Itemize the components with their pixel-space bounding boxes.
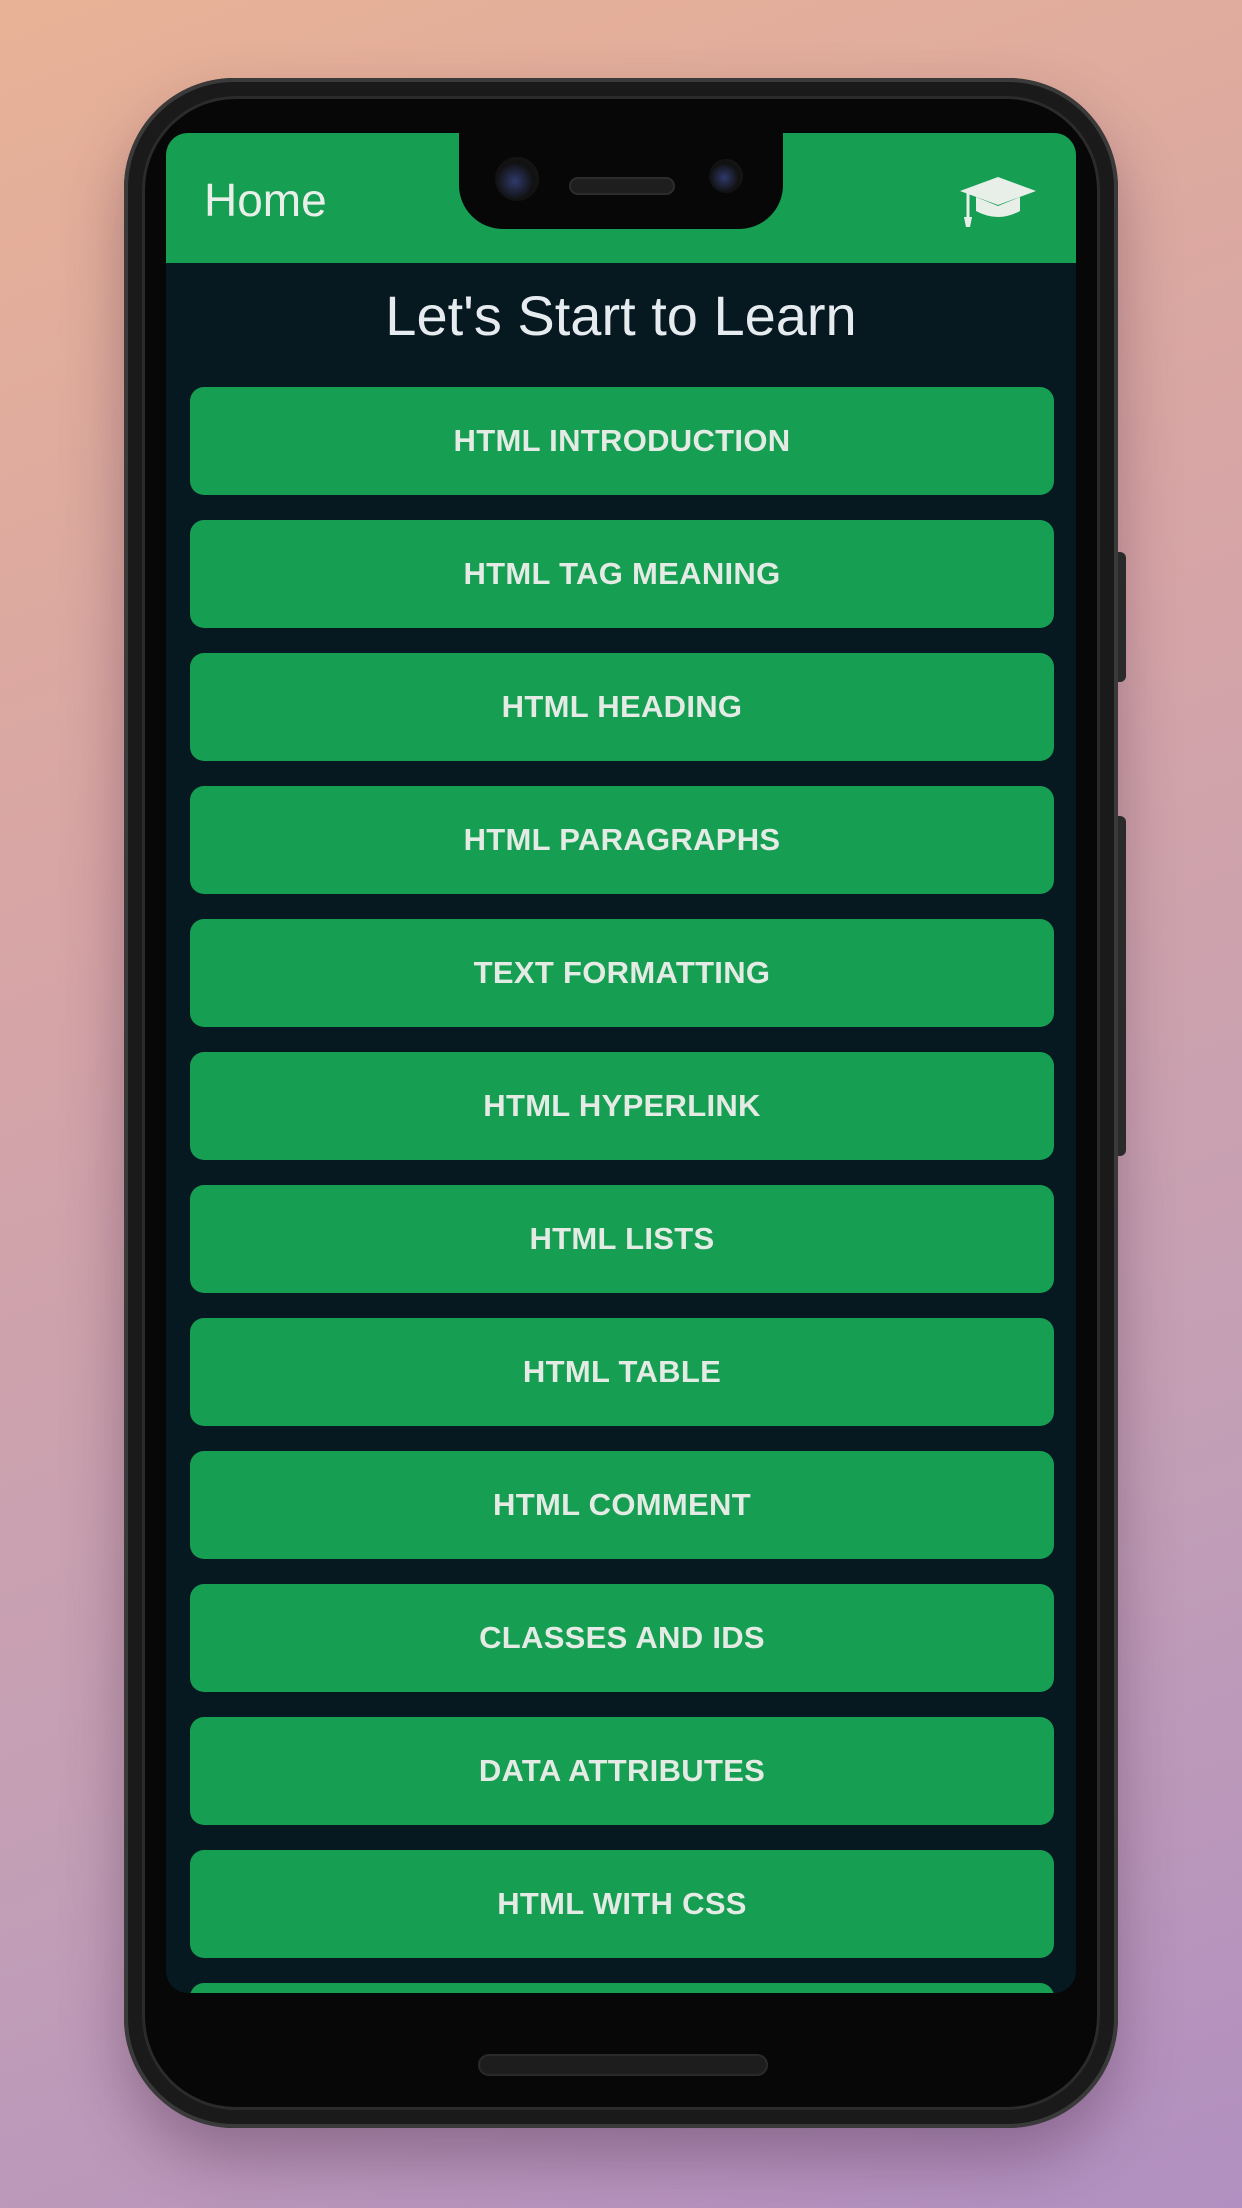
- front-camera-icon: [495, 157, 539, 201]
- app-bar-title: Home: [204, 174, 327, 226]
- lesson-button[interactable]: HTML COMMENT: [190, 1451, 1054, 1559]
- sensor-icon: [709, 159, 743, 193]
- camera-notch: [459, 133, 783, 229]
- page-heading: Let's Start to Learn: [385, 284, 857, 347]
- lesson-button[interactable]: HTML LISTS: [190, 1185, 1054, 1293]
- lesson-button[interactable]: HTML HYPERLINK: [190, 1052, 1054, 1160]
- lesson-button[interactable]: HTML TAG MEANING: [190, 520, 1054, 628]
- lesson-button[interactable]: HTML TABLE: [190, 1318, 1054, 1426]
- graduation-cap-icon[interactable]: [958, 173, 1038, 229]
- lesson-list: HTML INTRODUCTION HTML TAG MEANING HTML …: [190, 387, 1054, 1993]
- lesson-button[interactable]: CLASSES AND IDS: [190, 1584, 1054, 1692]
- lesson-button[interactable]: TEXT FORMATTING: [190, 919, 1054, 1027]
- lesson-button[interactable]: HTML WITH CSS: [190, 1850, 1054, 1958]
- volume-button: [1118, 816, 1126, 1156]
- power-button: [1118, 552, 1126, 682]
- lesson-button[interactable]: HTML PARAGRAPHS: [190, 786, 1054, 894]
- earpiece-speaker: [569, 177, 675, 195]
- lesson-button-partial[interactable]: [190, 1983, 1054, 1993]
- home-indicator: [478, 2054, 768, 2076]
- lesson-button[interactable]: HTML HEADING: [190, 653, 1054, 761]
- lesson-button[interactable]: HTML INTRODUCTION: [190, 387, 1054, 495]
- app-screen: Home Let's Start to Learn HTML INTRODUCT…: [166, 133, 1076, 1993]
- lesson-button[interactable]: DATA ATTRIBUTES: [190, 1717, 1054, 1825]
